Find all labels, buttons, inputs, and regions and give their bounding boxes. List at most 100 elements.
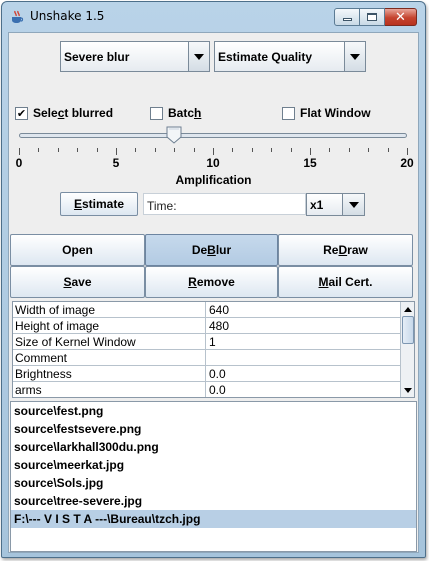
minimize-icon (342, 18, 352, 21)
property-name: Width of image (15, 303, 96, 317)
slider-tick (116, 148, 117, 155)
tick-label-5: 5 (112, 156, 120, 170)
mode-value: Estimate Quality (218, 50, 313, 64)
minimize-button[interactable] (334, 8, 360, 26)
close-button[interactable]: ✕ (385, 8, 417, 26)
list-item[interactable]: source\larkhall300du.png (11, 438, 416, 456)
table-row[interactable]: Size of Kernel Window 1 (13, 334, 400, 350)
slider-tick (193, 148, 195, 152)
amplification-slider-track[interactable] (19, 133, 407, 138)
mode-dropdown-button[interactable] (344, 42, 365, 71)
checkbox-box[interactable]: ✔ (15, 106, 28, 120)
property-value[interactable]: 1 (209, 335, 216, 349)
batch-checkbox[interactable]: Batch (150, 105, 201, 121)
list-item[interactable]: source\Sols.jpg (11, 474, 416, 492)
tick-label-10: 10 (206, 156, 220, 170)
estimate-button[interactable]: Estimate (60, 192, 138, 216)
property-name: Comment (15, 351, 68, 365)
window-title: Unshake 1.5 (30, 9, 105, 23)
blur-type-value: Severe blur (64, 50, 130, 64)
slider-tick (387, 148, 389, 152)
table-scrollbar[interactable] (400, 302, 414, 397)
app-window: Unshake 1.5 ✕ Severe blur Estimate Quali… (1, 1, 426, 558)
mail-cert-button[interactable]: Mail Cert. (278, 266, 413, 298)
slider-tick (407, 148, 408, 155)
tick-label-20: 20 (400, 156, 414, 170)
table-row[interactable]: Comment (13, 350, 400, 366)
flat-window-checkbox[interactable]: Flat Window (282, 105, 371, 121)
blur-type-dropdown-button[interactable] (188, 42, 209, 71)
slider-tick (290, 148, 292, 152)
chevron-down-icon (194, 53, 204, 60)
list-item[interactable]: source\tree-severe.jpg (11, 492, 416, 510)
scale-select[interactable]: x1 (306, 193, 365, 216)
java-cup-icon (10, 10, 24, 24)
property-name: Height of image (15, 319, 100, 333)
save-button[interactable]: Save (10, 266, 145, 298)
slider-tick (329, 148, 331, 152)
file-list: source\fest.png source\festsevere.png so… (10, 401, 417, 552)
scroll-down-icon[interactable] (402, 384, 414, 396)
table-row[interactable]: Height of image 480 (13, 318, 400, 334)
mode-select[interactable]: Estimate Quality (214, 41, 366, 72)
list-item[interactable]: source\fest.png (11, 402, 416, 420)
maximize-button[interactable] (360, 8, 385, 26)
amplification-label: Amplification (175, 173, 252, 187)
list-item[interactable]: source\meerkat.jpg (11, 456, 416, 474)
maximize-icon (367, 13, 377, 21)
table-row[interactable]: Width of image 640 (13, 302, 400, 318)
chevron-down-icon (350, 53, 360, 60)
checkbox-box[interactable] (150, 106, 163, 120)
list-item-selected[interactable]: F:\--- V I S T A ---\Bureau\tzch.jpg (11, 510, 416, 528)
slider-tick (135, 148, 137, 152)
scroll-up-icon[interactable] (402, 303, 414, 315)
tick-label-0: 0 (15, 156, 23, 170)
slider-tick (310, 148, 311, 155)
batch-label: Batch (168, 106, 202, 120)
property-name: Brightness (15, 367, 72, 381)
chevron-down-icon (348, 201, 359, 208)
select-blurred-label: Select blurred (33, 106, 114, 120)
select-blurred-checkbox[interactable]: ✔ Select blurred (15, 105, 113, 121)
slider-tick (154, 148, 156, 152)
property-value[interactable]: 640 (209, 303, 229, 317)
property-value[interactable]: 0.0 (209, 367, 226, 381)
list-item[interactable]: source\festsevere.png (11, 420, 416, 438)
slider-tick (77, 148, 79, 152)
scrollbar-thumb[interactable] (402, 316, 414, 344)
table-row[interactable]: arms 0.0 (13, 382, 400, 397)
tick-label-15: 15 (303, 156, 317, 170)
property-value[interactable]: 0.0 (209, 383, 226, 397)
slider-tick (174, 148, 176, 152)
slider-tick (96, 148, 98, 152)
checkbox-box[interactable] (282, 106, 295, 120)
title-bar[interactable]: Unshake 1.5 ✕ (2, 2, 425, 31)
flat-window-label: Flat Window (300, 106, 371, 120)
slider-tick (368, 148, 370, 152)
scale-value: x1 (310, 198, 324, 212)
slider-tick (57, 148, 59, 152)
close-icon: ✕ (395, 9, 406, 25)
main-panel: Severe blur Estimate Quality ✔ Select bl… (8, 32, 419, 553)
deblur-button[interactable]: DeBlur (145, 234, 278, 266)
slider-tick (19, 148, 20, 155)
slider-tick (271, 148, 273, 152)
slider-tick (348, 148, 350, 152)
slider-tick (251, 148, 253, 152)
time-label: Time: (147, 199, 177, 213)
remove-button[interactable]: Remove (145, 266, 278, 298)
property-name: arms (15, 383, 42, 397)
property-name: Size of Kernel Window (15, 335, 136, 349)
properties-table: Width of image 640 Height of image 480 Siz… (12, 301, 415, 398)
table-row[interactable]: Brightness 0.0 (13, 366, 400, 382)
slider-tick (213, 148, 214, 155)
property-value[interactable]: 480 (209, 319, 229, 333)
blur-type-select[interactable]: Severe blur (60, 41, 210, 72)
amplification-slider-thumb[interactable] (166, 126, 182, 144)
open-button[interactable]: Open (10, 234, 145, 266)
slider-tick (38, 148, 40, 152)
scale-dropdown-button[interactable] (342, 194, 364, 215)
slider-tick (232, 148, 234, 152)
column-divider (205, 302, 206, 397)
redraw-button[interactable]: ReDraw (278, 234, 413, 266)
